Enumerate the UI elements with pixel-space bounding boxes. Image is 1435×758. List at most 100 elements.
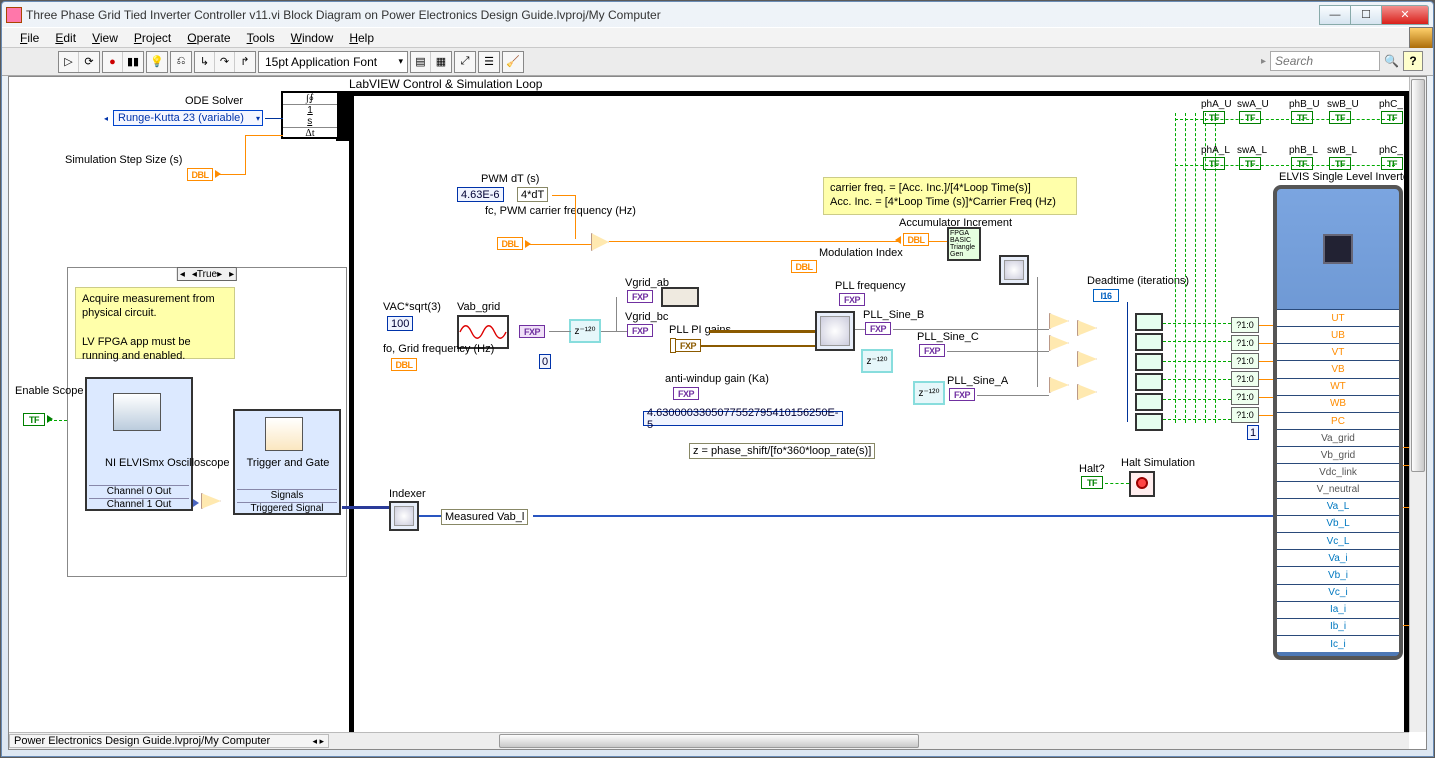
hscroll-thumb[interactable] <box>499 734 919 748</box>
deadtime-node-2[interactable] <box>1135 333 1163 351</box>
phc-l-term[interactable] <box>1381 157 1403 170</box>
halt-terminal[interactable] <box>1081 476 1103 489</box>
pll-subvi[interactable] <box>815 311 855 351</box>
anti-windup-const[interactable]: 4.6300003305077552795410156250E-5 <box>643 411 843 426</box>
menu-file[interactable]: FFileile <box>14 29 45 47</box>
vab-fxp-convert[interactable] <box>519 325 545 338</box>
vgrid-ab-term[interactable] <box>627 290 653 303</box>
inv-one-const[interactable]: 1 <box>1247 425 1259 440</box>
inv-row-ici[interactable]: Ic_i <box>1277 635 1399 652</box>
menu-operate[interactable]: Operate <box>181 29 236 47</box>
block-diagram-canvas[interactable]: LabVIEW Control & Simulation Loop ∫∮ 1s … <box>8 76 1427 750</box>
menu-view[interactable]: View <box>86 29 124 47</box>
sel-4[interactable]: ?1:0 <box>1231 371 1259 387</box>
title-bar[interactable]: Three Phase Grid Tied Inverter Controlle… <box>2 2 1433 27</box>
vgrid-bc-term[interactable] <box>627 324 653 337</box>
mod-index-terminal[interactable] <box>791 260 817 273</box>
vac-const[interactable]: 100 <box>387 316 413 331</box>
pll-sine-c-term[interactable] <box>919 344 945 357</box>
deadtime-term[interactable] <box>1093 289 1119 302</box>
accumulator-subvi[interactable] <box>999 255 1029 285</box>
inv-row-vci[interactable]: Vc_i <box>1277 584 1399 601</box>
horizontal-scrollbar[interactable]: Power Electronics Design Guide.lvproj/My… <box>9 732 1409 749</box>
deadtime-node-3[interactable] <box>1135 353 1163 371</box>
acc-inc-terminal[interactable] <box>903 233 929 246</box>
menu-window[interactable]: Window <box>285 29 340 47</box>
step-out-button[interactable]: ↱ <box>235 52 255 72</box>
maximize-button[interactable]: ☐ <box>1350 5 1382 25</box>
case-selector[interactable]: ◂ True ▸ <box>177 267 237 281</box>
pwm-dt-const[interactable]: 4.63E-6 <box>457 187 504 202</box>
indexer-subvi[interactable] <box>389 501 419 531</box>
menu-help[interactable]: Help <box>343 29 380 47</box>
inv-row-pc[interactable]: PC <box>1277 412 1399 429</box>
minimize-button[interactable]: — <box>1319 5 1351 25</box>
inv-row-vcl[interactable]: Vc_L <box>1277 532 1399 549</box>
zshift-1[interactable]: z⁻¹²⁰ <box>569 319 601 343</box>
inv-row-vbl[interactable]: Vb_L <box>1277 515 1399 532</box>
inv-row-vb[interactable]: VB <box>1277 360 1399 377</box>
menu-edit[interactable]: Edit <box>49 29 82 47</box>
reorder-button[interactable]: ☰ <box>479 52 499 72</box>
help-button[interactable]: ? <box>1403 51 1423 71</box>
elvis-ch1[interactable]: Channel 1 Out <box>89 498 189 510</box>
step-over-button[interactable]: ↷ <box>215 52 235 72</box>
zshift-3[interactable]: z⁻¹²⁰ <box>913 381 945 405</box>
pwm-dt-expr[interactable]: 4*dT <box>517 187 548 202</box>
menu-project[interactable]: Project <box>128 29 177 47</box>
elvis-ch0[interactable]: Channel 0 Out <box>89 485 189 497</box>
swa-u-term[interactable] <box>1239 111 1261 124</box>
phb-u-term[interactable] <box>1291 111 1313 124</box>
vscroll-thumb[interactable] <box>1411 79 1425 472</box>
project-path-panel[interactable]: Power Electronics Design Guide.lvproj/My… <box>9 734 329 748</box>
inv-row-wb[interactable]: WB <box>1277 395 1399 412</box>
bundle-node[interactable] <box>661 287 699 307</box>
resize-button[interactable]: ⤢ <box>455 52 475 72</box>
pll-sine-a-term[interactable] <box>949 388 975 401</box>
deadtime-node-6[interactable] <box>1135 413 1163 431</box>
swb-u-term[interactable] <box>1329 111 1351 124</box>
inv-row-ibi[interactable]: Ib_i <box>1277 618 1399 635</box>
run-continuous-button[interactable]: ⟳ <box>79 52 99 72</box>
run-button[interactable]: ▷ <box>59 52 79 72</box>
pll-gains-term[interactable] <box>675 339 701 352</box>
fc-terminal[interactable] <box>497 237 523 250</box>
swa-l-term[interactable] <box>1239 157 1261 170</box>
deadtime-node-4[interactable] <box>1135 373 1163 391</box>
elvis-inverter-subvi[interactable]: UT UB VT VB WT WB PC Va_grid Vb_grid Vdc… <box>1273 185 1403 660</box>
inv-row-vbi[interactable]: Vb_i <box>1277 566 1399 583</box>
distribute-button[interactable]: ▦ <box>431 52 451 72</box>
step-size-terminal[interactable] <box>187 168 213 181</box>
trig-signals[interactable]: Signals <box>237 489 337 501</box>
deadtime-node-5[interactable] <box>1135 393 1163 411</box>
abort-button[interactable]: ● <box>103 52 123 72</box>
pll-sine-b-term[interactable] <box>865 322 891 335</box>
step-into-button[interactable]: ↳ <box>195 52 215 72</box>
zshift-2[interactable]: z⁻¹²⁰ <box>861 349 893 373</box>
project-path-nav[interactable]: ◂ ▸ <box>312 736 324 747</box>
font-selector[interactable]: 15pt Application Font <box>258 51 408 73</box>
swb-l-term[interactable] <box>1329 157 1351 170</box>
inv-row-wt[interactable]: WT <box>1277 378 1399 395</box>
inv-row-vdc[interactable]: Vdc_link <box>1277 463 1399 480</box>
ode-solver-ring[interactable]: Runge-Kutta 23 (variable) <box>113 110 263 126</box>
anti-windup-term[interactable] <box>673 387 699 400</box>
z-init-const[interactable]: 0 <box>539 354 551 369</box>
sel-3[interactable]: ?1:0 <box>1231 353 1259 369</box>
align-button[interactable]: ▤ <box>411 52 431 72</box>
retain-wires-button[interactable]: ⎌ <box>171 52 191 72</box>
highlight-exec-button[interactable]: 💡 <box>147 52 167 72</box>
fo-terminal[interactable] <box>391 358 417 371</box>
search-input[interactable] <box>1270 51 1380 71</box>
inv-row-val[interactable]: Va_L <box>1277 498 1399 515</box>
cleanup-button[interactable]: 🧹 <box>503 52 523 72</box>
sel-1[interactable]: ?1:0 <box>1231 317 1259 333</box>
enable-scope-terminal[interactable] <box>23 413 45 426</box>
sel-6[interactable]: ?1:0 <box>1231 407 1259 423</box>
inv-row-vt[interactable]: VT <box>1277 343 1399 360</box>
pha-l-term[interactable] <box>1203 157 1225 170</box>
deadtime-node-1[interactable] <box>1135 313 1163 331</box>
inv-row-vagrid[interactable]: Va_grid <box>1277 429 1399 446</box>
inv-row-ut[interactable]: UT <box>1277 309 1399 326</box>
inv-row-vai[interactable]: Va_i <box>1277 549 1399 566</box>
